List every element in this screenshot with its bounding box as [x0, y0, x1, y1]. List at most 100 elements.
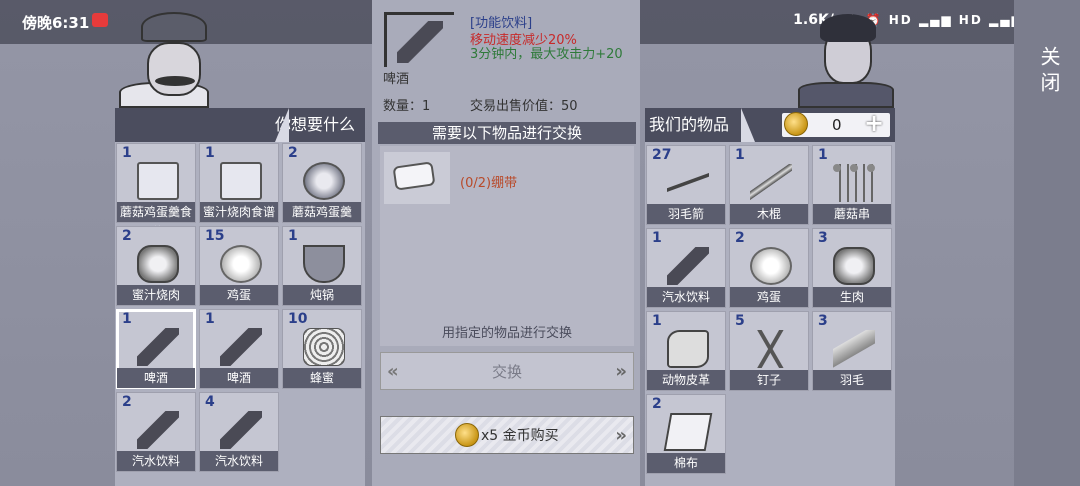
item-slot[interactable]: 1 木棍 — [729, 145, 809, 225]
recipe-icon — [137, 162, 179, 200]
item-name: 蘑菇串 — [813, 204, 891, 224]
item-quantity: 1 — [205, 311, 215, 327]
item-name: 汽水饮料 — [200, 451, 278, 471]
selected-item-name: 啤酒 — [383, 72, 410, 87]
item-slot[interactable]: 2 蘑菇鸡蛋羹 — [282, 143, 362, 223]
item-slot[interactable]: 1 啤酒 — [116, 309, 196, 389]
honeycomb-icon — [303, 328, 345, 366]
add-coins-button[interactable]: + — [864, 109, 884, 137]
cloth-icon — [663, 413, 713, 451]
item-slot[interactable]: 1 蘑菇鸡蛋羹食谱 — [116, 143, 196, 239]
stick-icon — [750, 164, 792, 202]
trade-screen: 傍晚6:31 1.6K/s ᛒ ⏰ HD ▂▄▆ HD ▂▄▆ 26 你想要什么… — [0, 0, 1080, 486]
item-quantity: 1 — [652, 313, 662, 329]
item-effect-positive: 3分钟内，最大攻击力+20 — [470, 47, 623, 62]
exchange-button-label: 交换 — [491, 363, 522, 381]
beer-bottle-icon — [220, 328, 262, 366]
chevron-left-icon: « — [387, 361, 399, 382]
exchange-button[interactable]: « 交换 » — [380, 352, 634, 390]
exchange-hint: 用指定的物品进行交换 — [441, 326, 572, 341]
requirement-header: 需要以下物品进行交换 — [378, 122, 636, 144]
item-name: 钉子 — [730, 370, 808, 390]
item-quantity: 数量：1 — [383, 99, 431, 114]
gold-coin-icon — [784, 112, 808, 136]
item-quantity: 2 — [122, 228, 132, 244]
soda-bottle-icon — [667, 247, 709, 285]
arrow-icon — [667, 164, 709, 202]
status-time: 傍晚6:31 — [22, 14, 90, 32]
eggs-icon — [220, 245, 262, 283]
item-name: 炖锅 — [283, 285, 361, 305]
item-name: 鸡蛋 — [730, 287, 808, 307]
item-slot[interactable]: 3 生肉 — [812, 228, 892, 308]
item-slot[interactable]: 5 钉子 — [729, 311, 809, 391]
item-slot[interactable]: 1 动物皮革 — [646, 311, 726, 391]
item-quantity: 10 — [288, 311, 308, 327]
item-slot[interactable]: 1 炖锅 — [282, 226, 362, 306]
item-slot[interactable]: 1 汽水饮料 — [646, 228, 726, 308]
notification-app-icon — [92, 13, 108, 27]
hide-icon — [667, 330, 709, 368]
item-name: 啤酒 — [117, 368, 195, 388]
item-quantity: 1 — [122, 311, 132, 327]
buy-button-label: x5 金币购买 — [481, 428, 559, 444]
eggs-icon — [750, 247, 792, 285]
item-slot[interactable]: 10 蜂蜜 — [282, 309, 362, 389]
item-quantity: 2 — [288, 145, 298, 161]
item-quantity: 3 — [818, 230, 828, 246]
nails-icon — [750, 330, 792, 368]
beer-bottle-icon — [397, 21, 443, 63]
required-item-label: (0/2)绷带 — [460, 176, 518, 191]
raw-meat-icon — [833, 247, 875, 285]
item-quantity: 2 — [652, 396, 662, 412]
item-name: 生肉 — [813, 287, 891, 307]
item-name: 蘑菇鸡蛋羹 — [283, 202, 361, 222]
item-name: 羽毛 — [813, 370, 891, 390]
buy-with-coins-button[interactable]: x5 金币购买 » — [380, 416, 634, 454]
item-quantity: 5 — [735, 313, 745, 329]
bandage-icon — [392, 161, 436, 191]
item-name: 蜜汁烧肉食谱 — [200, 202, 278, 222]
chevron-right-icon: » — [615, 425, 627, 446]
item-name: 动物皮革 — [647, 370, 725, 390]
item-quantity: 1 — [205, 145, 215, 161]
item-quantity: 4 — [205, 394, 215, 410]
chevron-right-icon: » — [615, 361, 627, 382]
gold-coin-icon — [455, 423, 479, 447]
pot-icon — [303, 245, 345, 283]
chef-portrait — [115, 8, 210, 108]
item-quantity: 27 — [652, 147, 672, 163]
item-name: 羽毛箭 — [647, 204, 725, 224]
coin-count: 0 — [832, 116, 842, 134]
item-name: 蜜汁烧肉 — [117, 285, 195, 305]
stew-bowl-icon — [303, 162, 345, 200]
item-slot[interactable]: 15 鸡蛋 — [199, 226, 279, 306]
item-name: 汽水饮料 — [647, 287, 725, 307]
item-quantity: 1 — [818, 147, 828, 163]
item-slot[interactable]: 1 蘑菇串 — [812, 145, 892, 225]
item-slot[interactable]: 27 羽毛箭 — [646, 145, 726, 225]
item-slot[interactable]: 3 羽毛 — [812, 311, 892, 391]
item-slot[interactable]: 2 汽水饮料 — [116, 392, 196, 472]
item-slot[interactable]: 2 蜜汁烧肉 — [116, 226, 196, 306]
item-name: 鸡蛋 — [200, 285, 278, 305]
beer-bottle-icon — [137, 328, 179, 366]
recipe-icon — [220, 162, 262, 200]
feather-icon — [833, 330, 875, 368]
item-slot[interactable]: 1 啤酒 — [199, 309, 279, 389]
item-slot[interactable]: 1 蜜汁烧肉食谱 — [199, 143, 279, 223]
item-name: 汽水饮料 — [117, 451, 195, 471]
item-quantity: 2 — [122, 394, 132, 410]
roast-meat-icon — [137, 245, 179, 283]
item-slot[interactable]: 2 棉布 — [646, 394, 726, 474]
required-item-slot[interactable] — [384, 152, 450, 204]
close-button[interactable]: 关闭 — [1028, 46, 1064, 98]
item-name: 啤酒 — [200, 368, 278, 388]
item-slot[interactable]: 4 汽水饮料 — [199, 392, 279, 472]
soda-bottle-icon — [137, 411, 179, 449]
skewer-icon — [833, 164, 875, 202]
item-slot[interactable]: 2 鸡蛋 — [729, 228, 809, 308]
item-name: 棉布 — [647, 453, 725, 473]
item-quantity: 15 — [205, 228, 225, 244]
item-name: 蜂蜜 — [283, 368, 361, 388]
